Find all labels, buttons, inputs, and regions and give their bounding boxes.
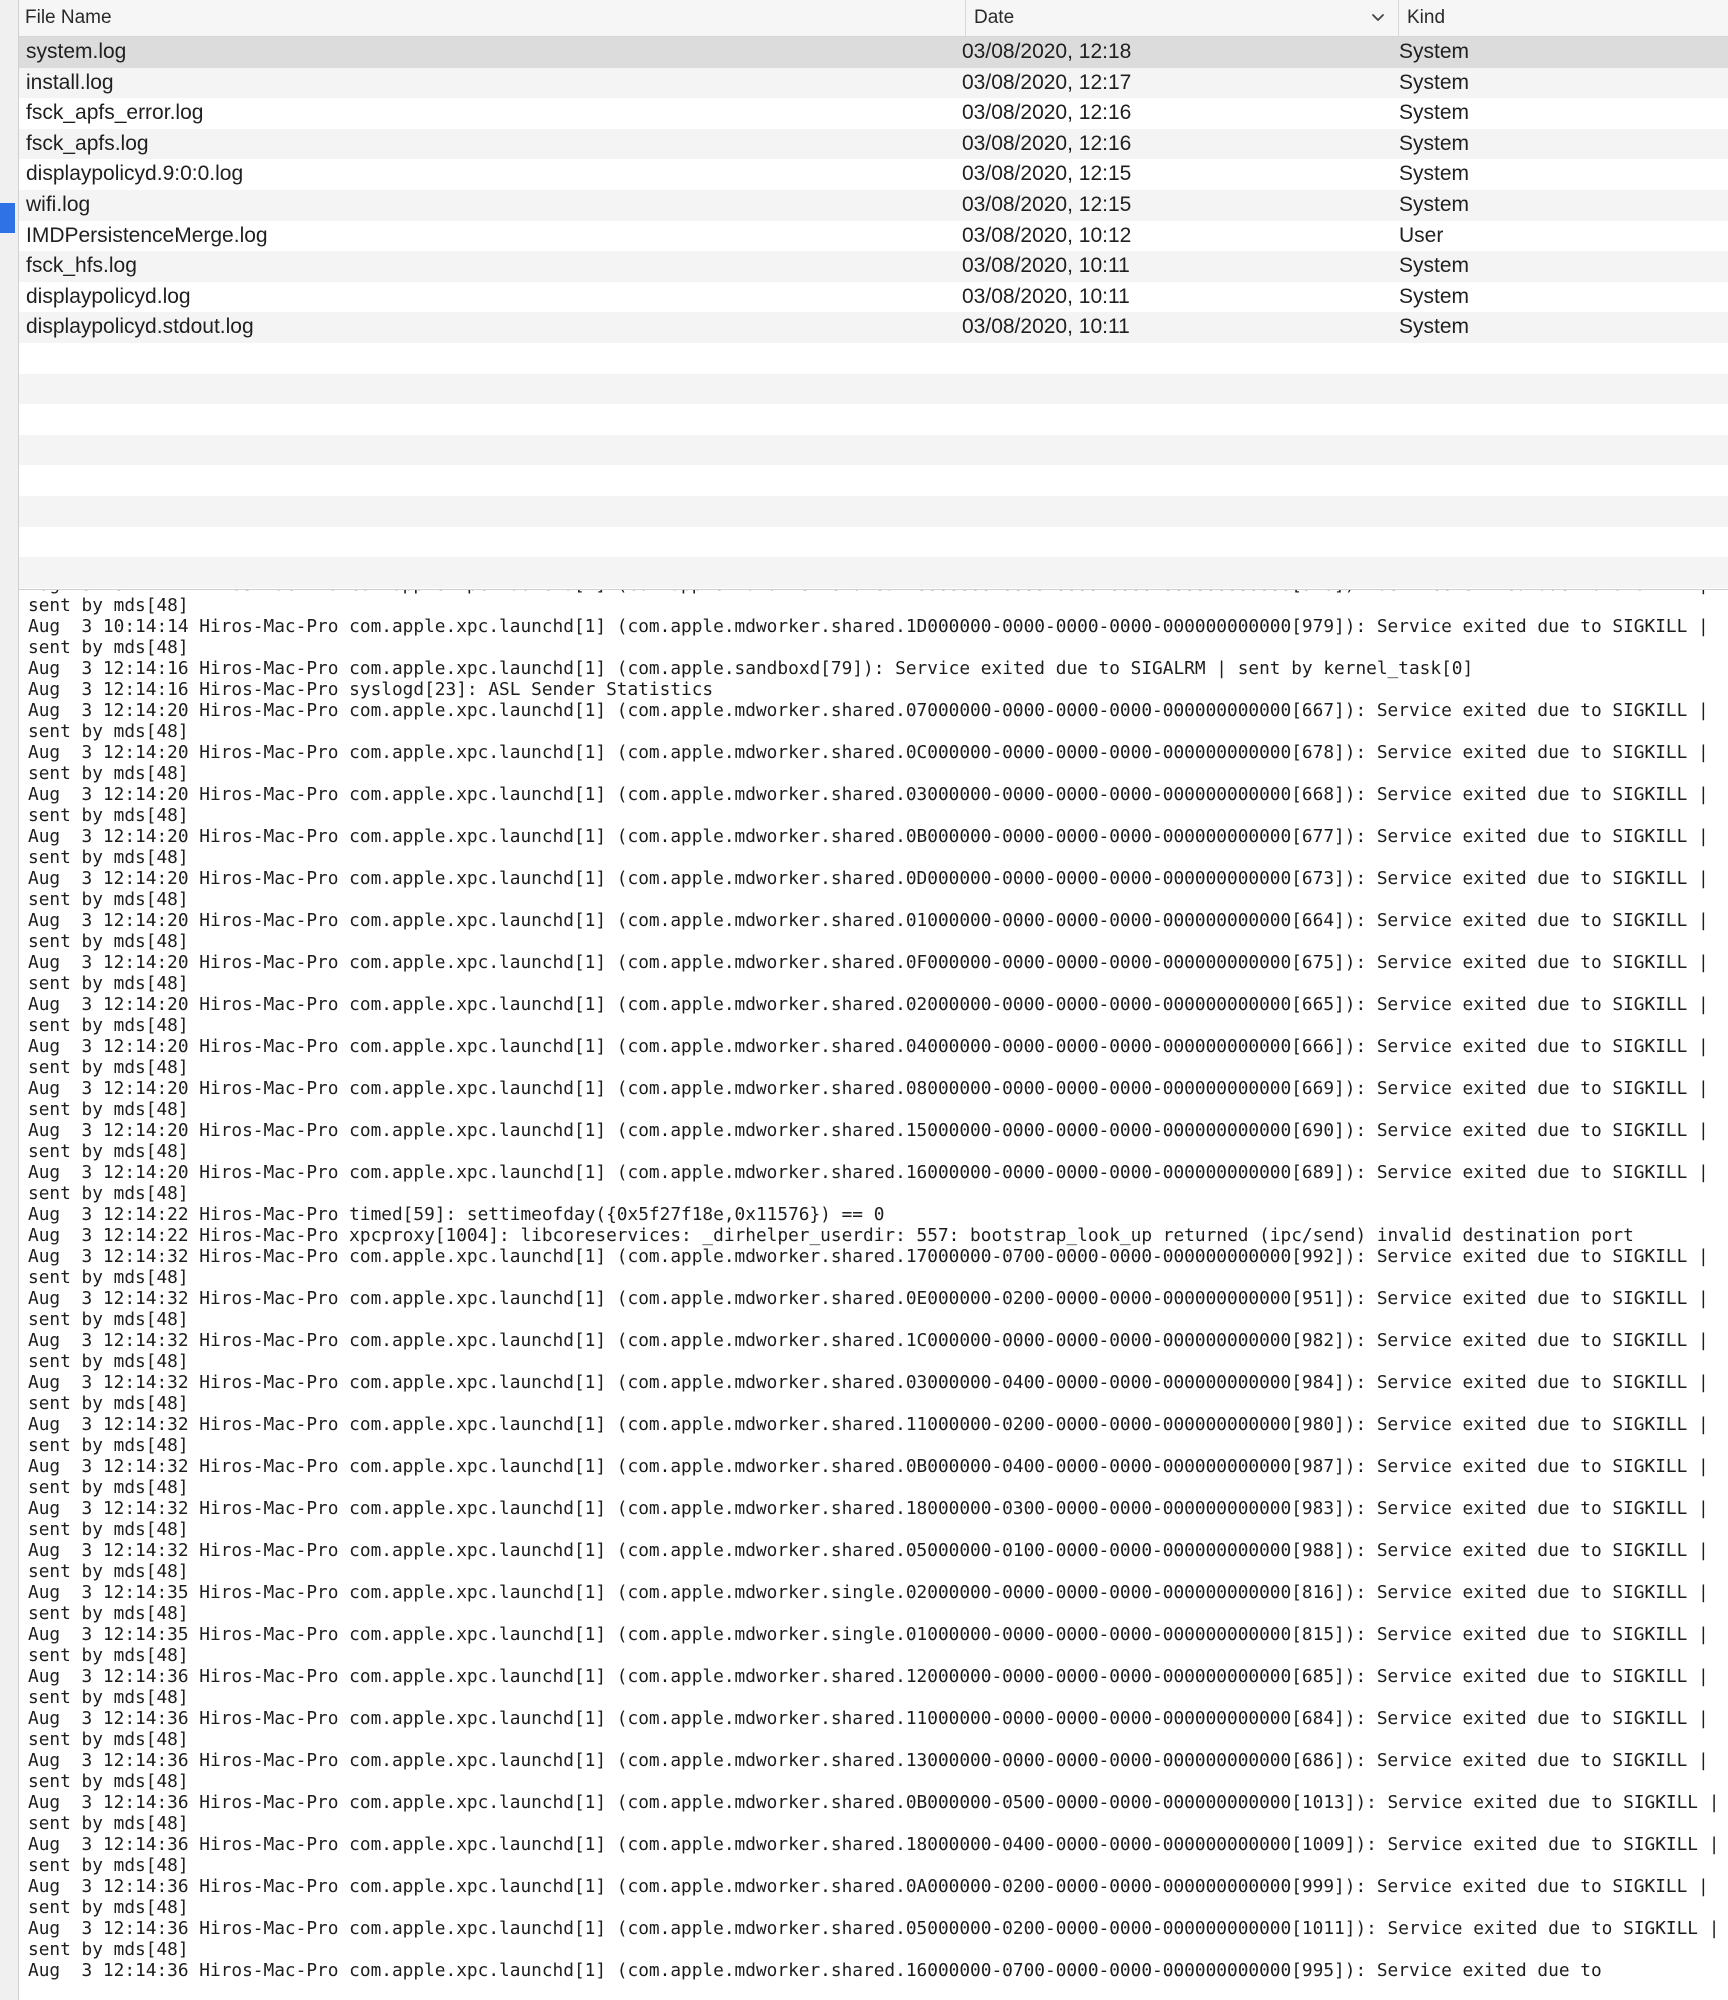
empty-row [19, 465, 1728, 496]
date-cell: 03/08/2020, 12:16 [962, 131, 1132, 155]
file-name-cell: system.log [26, 40, 127, 63]
kind-cell: User [1399, 223, 1444, 247]
empty-row [19, 557, 1728, 588]
log-text: Aug 3 10:14:14 Hiros-Mac-Pro com.apple.x… [28, 590, 1720, 1981]
column-header-date[interactable]: Date [965, 0, 1395, 36]
file-name-cell: displaypolicyd.9:0:0.log [26, 162, 244, 186]
kind-cell: System [1399, 101, 1470, 125]
kind-cell: System [1399, 40, 1470, 63]
file-name-cell: displaypolicyd.stdout.log [26, 315, 254, 339]
kind-cell: System [1399, 254, 1470, 278]
table-row[interactable]: install.log 03/08/2020, 12:17 System [19, 67, 1728, 99]
table-row[interactable]: IMDPersistenceMerge.log 03/08/2020, 10:12… [19, 221, 1728, 252]
file-name-cell: fsck_hfs.log [26, 254, 137, 278]
date-cell: 03/08/2020, 12:16 [962, 101, 1132, 125]
log-file-table: File Name Date Kind system.log 03/08/2020… [19, 0, 1728, 590]
table-row[interactable]: fsck_apfs.log 03/08/2020, 12:16 System [19, 128, 1728, 160]
date-cell: 03/08/2020, 10:11 [962, 315, 1130, 339]
date-cell: 03/08/2020, 12:15 [962, 162, 1132, 186]
kind-cell: System [1399, 70, 1470, 94]
date-cell: 03/08/2020, 10:12 [962, 223, 1132, 247]
table-row[interactable]: wifi.log 03/08/2020, 12:15 System [19, 189, 1728, 221]
column-header-label: Kind [1407, 7, 1446, 28]
empty-row [19, 343, 1728, 374]
table-row[interactable]: fsck_hfs.log 03/08/2020, 10:11 System [19, 251, 1728, 282]
kind-cell: System [1399, 192, 1470, 216]
table-row[interactable]: system.log 03/08/2020, 12:18 System [19, 37, 1728, 68]
chevron-down-icon [1372, 14, 1384, 21]
file-name-cell: displaypolicyd.log [26, 284, 191, 308]
sidebar-edge [0, 0, 19, 2000]
column-header-kind[interactable]: Kind [1398, 0, 1718, 36]
date-cell: 03/08/2020, 12:18 [962, 40, 1132, 63]
kind-cell: System [1399, 315, 1470, 339]
column-header-label: Date [974, 7, 1015, 28]
date-cell: 03/08/2020, 12:17 [962, 70, 1132, 94]
column-header-label: File Name [25, 7, 112, 28]
file-name-cell: install.log [26, 70, 114, 94]
empty-row [19, 527, 1728, 558]
table-row[interactable]: displaypolicyd.log 03/08/2020, 10:11 Syste… [19, 282, 1728, 313]
file-name-cell: fsck_apfs_error.log [26, 101, 204, 125]
file-name-cell: fsck_apfs.log [26, 131, 149, 155]
table-header: File Name Date Kind [19, 0, 1728, 37]
sidebar-selection-marker [0, 203, 15, 233]
log-content-pane[interactable]: Aug 3 10:14:14 Hiros-Mac-Pro com.apple.x… [19, 590, 1728, 2000]
file-name-cell: wifi.log [26, 192, 91, 216]
date-cell: 03/08/2020, 10:11 [962, 254, 1130, 278]
date-cell: 03/08/2020, 12:15 [962, 192, 1132, 216]
file-name-cell: IMDPersistenceMerge.log [26, 223, 268, 247]
kind-cell: System [1399, 284, 1470, 308]
file-rows: system.log 03/08/2020, 12:18 System install… [19, 37, 1728, 588]
kind-cell: System [1399, 131, 1470, 155]
empty-row [19, 434, 1728, 466]
column-header-file-name[interactable]: File Name [25, 0, 955, 36]
table-row[interactable]: displaypolicyd.9:0:0.log 03/08/2020, 12:1… [19, 159, 1728, 190]
table-row[interactable]: displaypolicyd.stdout.log 03/08/2020, 10:… [19, 312, 1728, 343]
kind-cell: System [1399, 162, 1470, 186]
table-row[interactable]: fsck_apfs_error.log 03/08/2020, 12:16 Syst… [19, 98, 1728, 129]
empty-row [19, 404, 1728, 435]
date-cell: 03/08/2020, 10:11 [962, 284, 1130, 308]
empty-row [19, 495, 1728, 527]
empty-row [19, 373, 1728, 405]
